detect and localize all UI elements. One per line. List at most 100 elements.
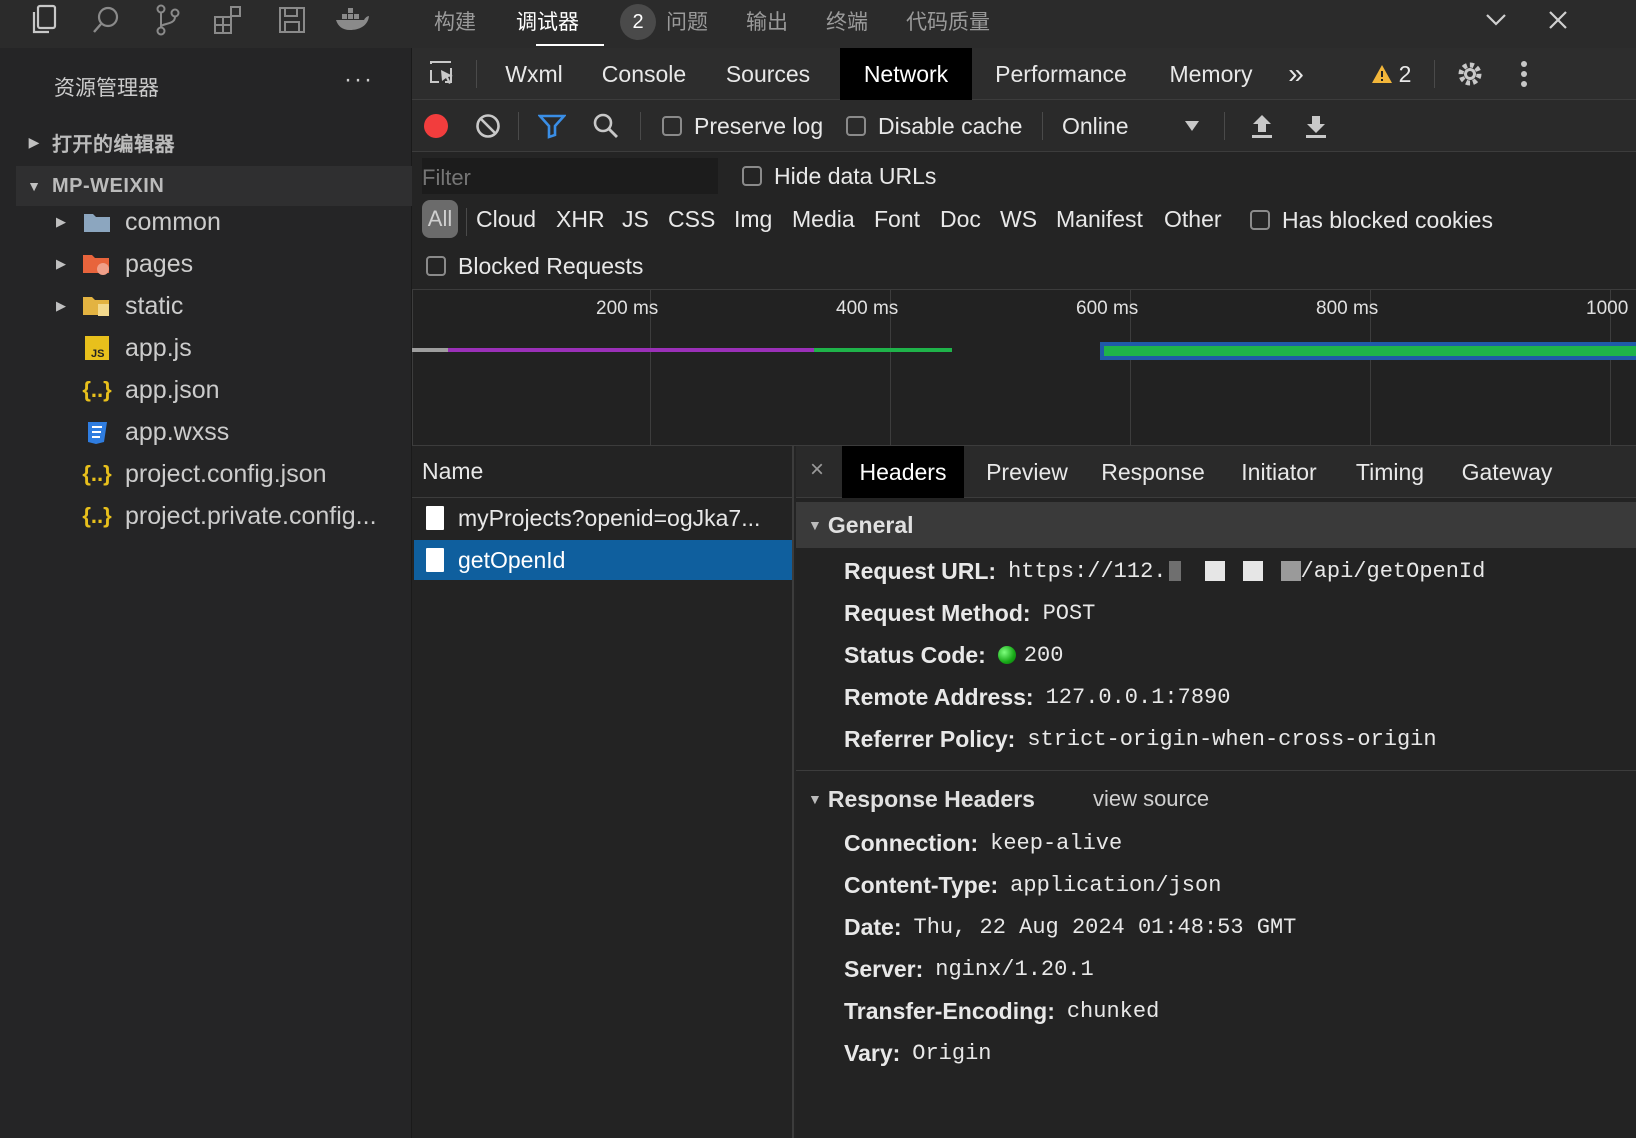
type-filter-manifest[interactable]: Manifest: [1056, 206, 1143, 233]
source-control-icon[interactable]: [144, 0, 192, 40]
project-section[interactable]: ▼ MP-WEIXIN: [16, 166, 412, 206]
close-details-button[interactable]: ×: [810, 456, 824, 484]
request-row[interactable]: myProjects?openid=ogJka7...: [414, 498, 792, 538]
type-filter-media[interactable]: Media: [792, 206, 855, 233]
tree-item-project-private-config[interactable]: {..} project.private.config...: [16, 495, 412, 537]
header-key: Connection:: [844, 829, 979, 856]
type-filter-ws[interactable]: WS: [1000, 206, 1037, 233]
tab-preview[interactable]: Preview: [972, 446, 1082, 498]
panel-tab-build[interactable]: 构建: [434, 6, 476, 36]
tab-response[interactable]: Response: [1088, 446, 1218, 498]
panel-tab-debugger[interactable]: 调试器: [516, 6, 579, 36]
save-icon[interactable]: [268, 0, 316, 40]
header-value: Origin: [912, 1040, 992, 1066]
type-filter-other[interactable]: Other: [1164, 206, 1222, 233]
blocked-requests-checkbox[interactable]: Blocked Requests: [426, 240, 643, 292]
redacted-block: [1224, 561, 1243, 581]
name-column-header[interactable]: Name: [412, 446, 792, 498]
search-button[interactable]: [586, 100, 626, 152]
tab-gateway[interactable]: Gateway: [1448, 446, 1566, 498]
hide-data-urls-checkbox[interactable]: Hide data URLs: [742, 150, 936, 202]
tab-performance[interactable]: Performance: [978, 48, 1144, 100]
type-filter-all[interactable]: All: [422, 200, 458, 238]
view-source-link[interactable]: view source: [1093, 786, 1209, 812]
chevron-right-icon: ▶: [56, 214, 66, 229]
tab-sources[interactable]: Sources: [702, 48, 834, 100]
open-editors-section[interactable]: ▶ 打开的编辑器: [16, 122, 412, 162]
top-bar: 构建 调试器 2 问题 输出 终端 代码质量: [0, 0, 1636, 48]
divider: [796, 770, 1636, 771]
tree-item-app-wxss[interactable]: app.wxss: [16, 411, 412, 453]
tree-item-static[interactable]: ▶ static: [16, 285, 412, 327]
kebab-menu-icon[interactable]: [1502, 48, 1546, 100]
details-tab-bar: × Headers Preview Response Initiator Tim…: [796, 446, 1636, 498]
tab-headers[interactable]: Headers: [842, 446, 964, 498]
js-file-icon: JS: [82, 335, 112, 361]
extensions-icon[interactable]: [204, 0, 252, 40]
docker-icon[interactable]: [328, 0, 376, 40]
json-file-icon: {..}: [82, 377, 112, 402]
tree-item-pages[interactable]: ▶ pages: [16, 243, 412, 285]
tab-memory[interactable]: Memory: [1152, 48, 1270, 100]
request-method-row: Request Method: POST: [844, 592, 1095, 634]
tab-initiator[interactable]: Initiator: [1224, 446, 1334, 498]
tab-network[interactable]: Network: [840, 48, 972, 100]
search-icon[interactable]: [82, 0, 130, 40]
has-blocked-cookies-checkbox[interactable]: Has blocked cookies: [1250, 194, 1493, 246]
type-filter-js[interactable]: JS: [622, 206, 649, 233]
timeline-bar-selected-download: [1104, 346, 1636, 356]
header-value: keep-alive: [990, 830, 1123, 856]
type-filter-doc[interactable]: Doc: [940, 206, 981, 233]
response-headers-section-header[interactable]: ▼ Response Headers view source: [796, 776, 1636, 822]
separator: [640, 112, 641, 140]
tab-console[interactable]: Console: [590, 48, 698, 100]
type-filter-cloud[interactable]: Cloud: [476, 206, 536, 233]
general-section-header[interactable]: ▼ General: [796, 502, 1636, 548]
inspect-element-icon[interactable]: [412, 48, 474, 100]
timeline-tick-label: 400 ms: [836, 298, 899, 319]
header-value: strict-origin-when-cross-origin: [1027, 726, 1437, 752]
tree-item-project-config-json[interactable]: {..} project.config.json: [16, 453, 412, 495]
throttling-select[interactable]: Online: [1062, 100, 1218, 152]
explorer-icon[interactable]: [20, 0, 68, 40]
panel-tab-output[interactable]: 输出: [746, 6, 788, 36]
tree-item-app-js[interactable]: JS app.js: [16, 327, 412, 369]
settings-gear-icon[interactable]: [1446, 48, 1494, 100]
caret-down-icon: [1185, 121, 1199, 131]
filter-toggle[interactable]: [532, 100, 572, 152]
hide-data-urls-label: Hide data URLs: [774, 162, 937, 189]
filter-input[interactable]: [422, 158, 718, 194]
disable-cache-checkbox[interactable]: Disable cache: [846, 100, 1022, 152]
tab-timing[interactable]: Timing: [1342, 446, 1438, 498]
tree-item-app-json[interactable]: {..} app.json: [16, 369, 412, 411]
more-tabs-button[interactable]: »: [1276, 48, 1316, 100]
request-row-selected[interactable]: getOpenId: [414, 540, 792, 580]
import-har-button[interactable]: [1242, 100, 1282, 152]
type-filter-css[interactable]: CSS: [668, 206, 715, 233]
header-value: 127.0.0.1:7890: [1045, 684, 1231, 710]
close-icon[interactable]: [1534, 0, 1582, 40]
export-har-button[interactable]: [1296, 100, 1336, 152]
timeline-tick-label: 800 ms: [1316, 298, 1379, 319]
network-overview-timeline[interactable]: 200 ms 400 ms 600 ms 800 ms 1000: [412, 290, 1636, 446]
record-button[interactable]: [416, 100, 456, 152]
panel-tab-problems[interactable]: 问题: [666, 6, 708, 36]
panel-tab-code-quality[interactable]: 代码质量: [906, 6, 990, 36]
tree-item-common[interactable]: ▶ common: [16, 201, 412, 243]
more-actions-button[interactable]: ···: [344, 66, 374, 94]
panel-tab-terminal[interactable]: 终端: [826, 6, 868, 36]
record-icon: [424, 114, 448, 138]
redacted-block: [1280, 561, 1301, 581]
type-filter-font[interactable]: Font: [874, 206, 920, 233]
redacted-block: [1262, 561, 1281, 581]
chevron-down-icon[interactable]: [1472, 0, 1520, 40]
tab-wxml[interactable]: Wxml: [478, 48, 590, 100]
clear-button[interactable]: [468, 100, 508, 152]
project-label: MP-WEIXIN: [52, 174, 165, 197]
type-filter-xhr[interactable]: XHR: [556, 206, 605, 233]
warnings-badge[interactable]: 2: [1364, 48, 1418, 100]
filter-row: Hide data URLs: [412, 152, 1636, 200]
response-header-row: Vary: Origin: [844, 1032, 991, 1074]
type-filter-img[interactable]: Img: [734, 206, 772, 233]
preserve-log-checkbox[interactable]: Preserve log: [662, 100, 823, 152]
